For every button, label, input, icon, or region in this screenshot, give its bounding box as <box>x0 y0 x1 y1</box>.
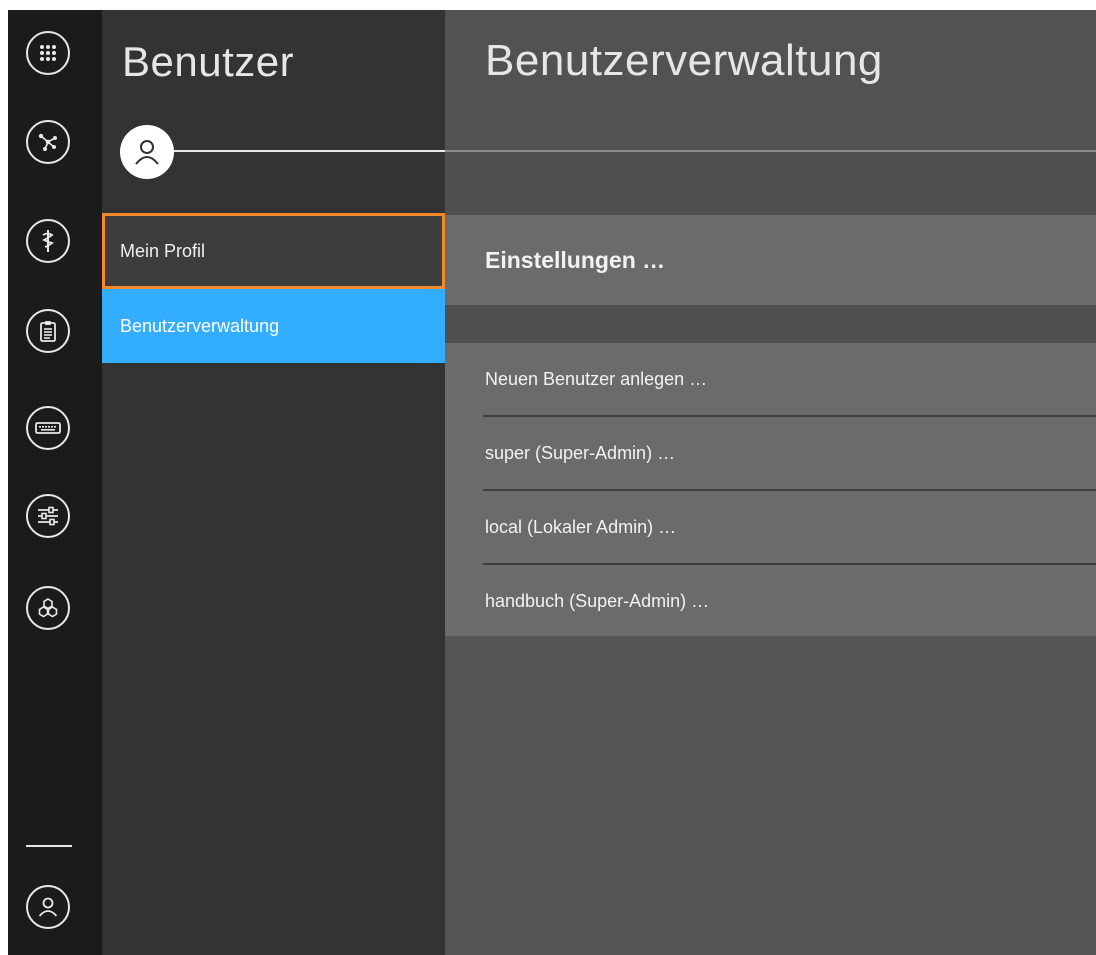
user-list: Neuen Benutzer anlegen … super (Super-Ad… <box>445 343 1096 636</box>
hexagons-icon[interactable] <box>26 586 70 630</box>
rail-divider <box>26 845 72 847</box>
keyboard-icon[interactable] <box>26 406 70 450</box>
list-item-label: local (Lokaler Admin) … <box>485 516 677 537</box>
staff-of-asclepius-icon[interactable] <box>26 219 70 263</box>
sidebar-item-mein-profil[interactable]: Mein Profil <box>102 213 445 289</box>
sidebar-title: Benutzer <box>122 38 295 85</box>
list-item-user-handbuch[interactable]: handbuch (Super-Admin) … <box>445 565 1096 637</box>
main-panel: Benutzerverwaltung Einstellungen … Neuen… <box>445 10 1096 955</box>
settings-button[interactable]: Einstellungen … <box>445 215 1096 305</box>
app-window: Benutzer Mein Profil Benutzerverwaltung … <box>0 0 1096 955</box>
list-item-user-local[interactable]: local (Lokaler Admin) … <box>445 491 1096 563</box>
list-item-label: handbuch (Super-Admin) … <box>485 590 710 611</box>
sidebar-item-benutzerverwaltung[interactable]: Benutzerverwaltung <box>102 289 445 363</box>
clipboard-icon[interactable] <box>26 309 70 353</box>
avatar[interactable] <box>120 125 174 179</box>
user-icon[interactable] <box>26 885 70 929</box>
network-nodes-icon[interactable] <box>26 120 70 164</box>
sidebar: Benutzer Mein Profil Benutzerverwaltung <box>102 10 445 955</box>
apps-grid-icon[interactable] <box>26 31 70 75</box>
list-item-label: Neuen Benutzer anlegen … <box>485 368 708 389</box>
avatar-divider <box>172 150 445 152</box>
main-empty-area <box>445 636 1096 955</box>
list-item-label: super (Super-Admin) … <box>485 442 676 463</box>
icon-rail <box>8 10 102 955</box>
main-header: Benutzerverwaltung <box>445 10 1096 150</box>
sidebar-item-label: Mein Profil <box>120 240 206 261</box>
sliders-icon[interactable] <box>26 494 70 538</box>
new-user-button[interactable]: Neuen Benutzer anlegen … <box>445 343 1096 415</box>
sidebar-item-label: Benutzerverwaltung <box>120 315 280 336</box>
list-item-user-super[interactable]: super (Super-Admin) … <box>445 417 1096 489</box>
page-title: Benutzerverwaltung <box>485 36 883 85</box>
settings-label: Einstellungen … <box>485 246 666 273</box>
spacer-band <box>445 152 1096 215</box>
spacer-band <box>445 305 1096 343</box>
user-avatar-icon <box>135 140 159 165</box>
